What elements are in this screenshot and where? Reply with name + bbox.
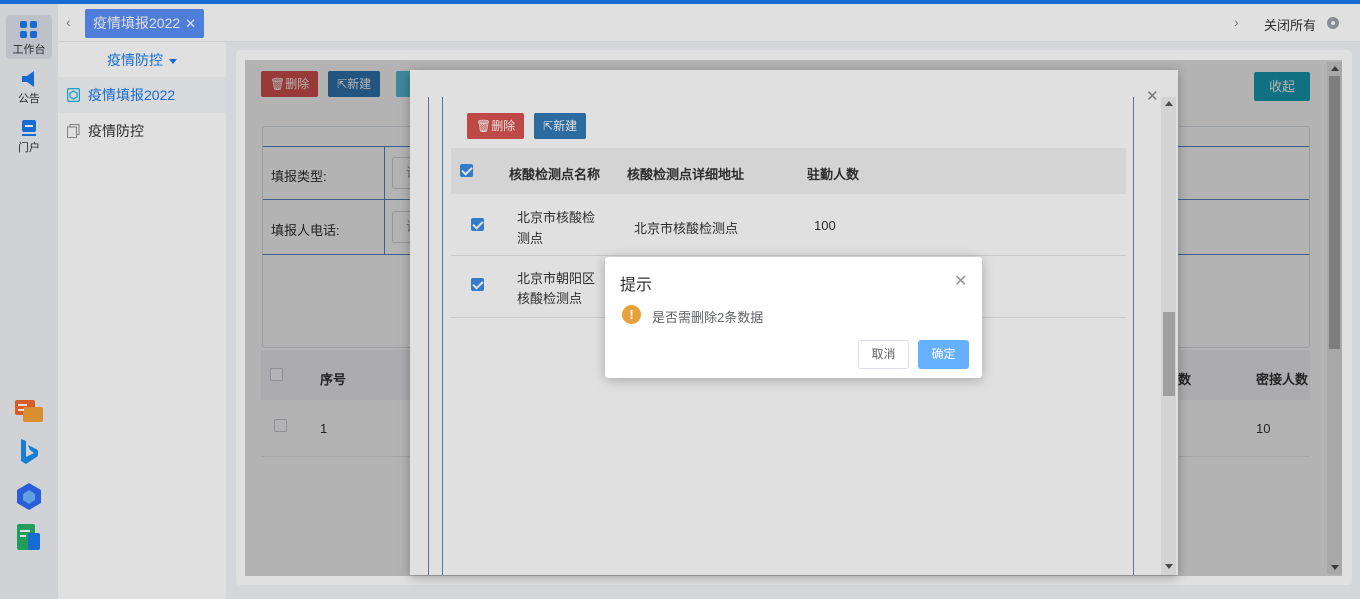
- confirm-dialog: 提示 ✕ ! 是否需删除2条数据 取消 确定: [605, 257, 982, 378]
- confirm-message: 是否需删除2条数据: [652, 310, 764, 325]
- confirm-button[interactable]: 确定: [918, 340, 969, 369]
- cancel-button[interactable]: 取消: [858, 340, 909, 369]
- close-icon[interactable]: ✕: [954, 271, 967, 291]
- warning-icon: !: [622, 305, 641, 324]
- confirm-title: 提示: [620, 277, 653, 294]
